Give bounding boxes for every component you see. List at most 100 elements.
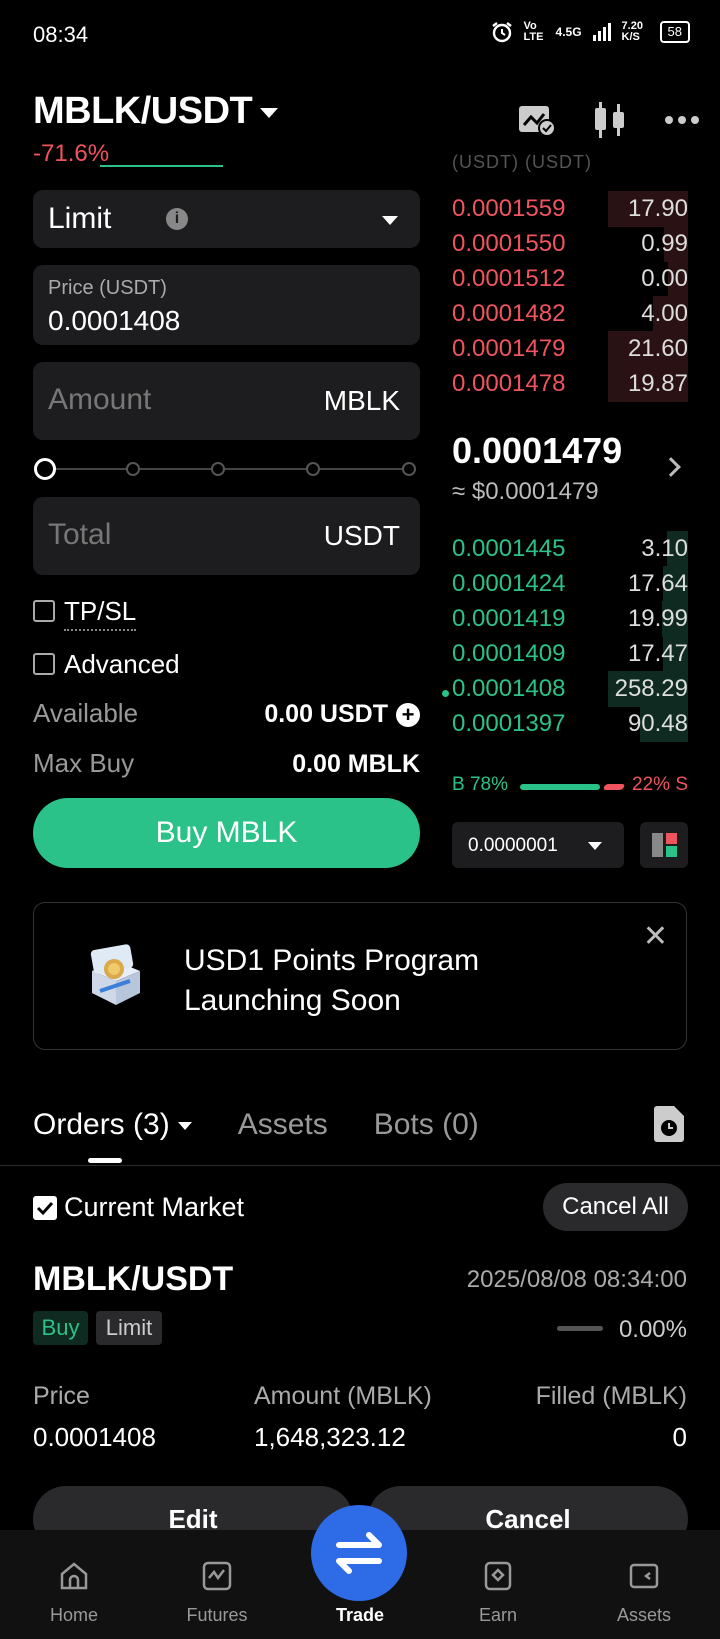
chart-icon[interactable] xyxy=(518,103,556,137)
bid-row[interactable]: 0.0001409 17.47 xyxy=(452,636,688,672)
current-market-label[interactable]: Current Market xyxy=(64,1192,244,1223)
price-field[interactable]: Price (USDT) 0.0001408 xyxy=(33,265,420,345)
wallet-icon xyxy=(629,1563,659,1589)
ask-price: 0.0001550 xyxy=(452,230,566,257)
advanced-label[interactable]: Advanced xyxy=(64,649,180,680)
nav-trade[interactable] xyxy=(311,1505,407,1601)
order-pair: MBLK/USDT xyxy=(33,1260,234,1298)
nav-earn[interactable]: Earn xyxy=(448,1560,548,1626)
ask-row[interactable]: 0.0001559 17.90 xyxy=(452,191,688,227)
nav-earn-label: Earn xyxy=(478,1605,518,1625)
header-actions xyxy=(518,100,700,140)
home-icon xyxy=(60,1562,88,1590)
nav-futures-label: Futures xyxy=(186,1605,248,1625)
order-type-select[interactable]: Limit i xyxy=(33,190,420,248)
advanced-checkbox[interactable] xyxy=(33,653,55,675)
bid-row[interactable]: 0.0001408 258.29 xyxy=(452,671,688,707)
ask-qty: 17.90 xyxy=(627,195,688,222)
tpsl-checkbox[interactable] xyxy=(33,600,55,622)
ask-qty: 19.87 xyxy=(627,370,688,397)
ask-row[interactable]: 0.0001550 0.99 xyxy=(452,226,688,262)
bid-price: 0.0001419 xyxy=(452,605,566,632)
buy-ratio: B 78% xyxy=(452,774,508,795)
more-icon[interactable] xyxy=(664,115,700,125)
tab-orders[interactable]: Orders (3) xyxy=(33,1108,192,1142)
ask-price: 0.0001479 xyxy=(452,335,566,362)
amount-field[interactable]: Amount MBLK xyxy=(33,362,420,440)
ask-row[interactable]: 0.0001478 19.87 xyxy=(452,366,688,402)
orderbook-header: (USDT) (USDT) xyxy=(452,152,592,172)
ask-qty: 21.60 xyxy=(627,335,688,362)
pair-title: MBLK/USDT xyxy=(33,90,253,132)
promo-line-1: USD1 Points Program xyxy=(184,944,480,977)
cancel-all-button[interactable]: Cancel All xyxy=(543,1183,688,1231)
amount-unit: MBLK xyxy=(323,385,400,416)
deposit-plus-icon[interactable]: + xyxy=(396,703,420,728)
bid-row[interactable]: 0.0001445 3.10 xyxy=(452,531,688,567)
close-icon[interactable]: ✕ xyxy=(643,919,668,954)
ask-price: 0.0001482 xyxy=(452,300,566,327)
ask-price: 0.0001512 xyxy=(452,265,566,292)
total-field[interactable]: Total USDT xyxy=(33,497,420,575)
ask-price: 0.0001559 xyxy=(452,195,566,222)
tab-underline xyxy=(88,1158,122,1163)
filled-progress-bar xyxy=(557,1326,603,1331)
nav-trade-label: Trade xyxy=(335,1605,385,1625)
bid-qty: 17.64 xyxy=(627,570,688,597)
slider-tick-25[interactable] xyxy=(126,462,140,476)
earn-icon xyxy=(484,1561,512,1591)
precision-select[interactable]: 0.0000001 xyxy=(452,822,624,868)
ask-row[interactable]: 0.0001479 21.60 xyxy=(452,331,688,367)
order-type-label: Limit xyxy=(48,202,112,235)
tpsl-label[interactable]: TP/SL xyxy=(64,596,137,631)
bid-qty: 90.48 xyxy=(627,710,688,737)
caret-down-icon xyxy=(260,107,279,118)
bid-price: 0.0001424 xyxy=(452,570,566,597)
buy-button[interactable]: Buy MBLK xyxy=(33,798,420,868)
nav-assets[interactable]: Assets xyxy=(594,1560,694,1626)
bid-price: 0.0001397 xyxy=(452,710,566,737)
nav-futures[interactable]: Futures xyxy=(167,1560,267,1626)
slider-tick-75[interactable] xyxy=(306,462,320,476)
bid-price: 0.0001408 xyxy=(452,675,566,702)
bid-price: 0.0001409 xyxy=(452,640,566,667)
price-input[interactable]: 0.0001408 xyxy=(48,305,180,337)
orderbook-layout-button[interactable] xyxy=(640,822,688,868)
info-icon[interactable]: i xyxy=(166,208,188,230)
amount-slider-track[interactable] xyxy=(45,468,410,470)
nav-home-label: Home xyxy=(49,1605,98,1625)
last-price: 0.0001479 xyxy=(452,430,623,471)
bid-qty: 19.99 xyxy=(627,605,688,632)
buy-sell-ratio: B 78% 22% S xyxy=(452,774,688,800)
order-side-badge: Buy xyxy=(33,1311,88,1345)
sell-ratio: 22% S xyxy=(632,774,688,795)
total-placeholder: Total xyxy=(48,518,112,551)
order-history-icon[interactable] xyxy=(652,1105,686,1143)
bid-row[interactable]: 0.0001424 17.64 xyxy=(452,566,688,602)
chevron-right-icon[interactable] xyxy=(661,457,681,477)
bid-row[interactable]: 0.0001419 19.99 xyxy=(452,601,688,637)
slider-tick-50[interactable] xyxy=(211,462,225,476)
nav-home[interactable]: Home xyxy=(24,1560,124,1626)
ask-qty: 0.99 xyxy=(641,230,688,257)
tab-bots[interactable]: Bots (0) xyxy=(374,1108,479,1142)
bid-qty: 17.47 xyxy=(627,640,688,667)
current-market-checkbox[interactable] xyxy=(33,1196,57,1220)
buy-ratio-bar xyxy=(520,784,600,790)
slider-knob[interactable] xyxy=(34,458,56,480)
ask-qty: 0.00 xyxy=(641,265,688,292)
tab-assets[interactable]: Assets xyxy=(238,1108,328,1142)
ask-row[interactable]: 0.0001482 4.00 xyxy=(452,296,688,332)
pair-selector[interactable]: MBLK/USDT xyxy=(33,90,279,133)
battery-indicator: 58 xyxy=(659,21,690,43)
divider xyxy=(0,1165,720,1166)
ask-price: 0.0001478 xyxy=(452,370,566,397)
candlestick-icon[interactable] xyxy=(592,100,628,140)
promo-banner[interactable]: USD1 Points Program Launching Soon ✕ xyxy=(33,902,687,1050)
ask-row[interactable]: 0.0001512 0.00 xyxy=(452,261,688,297)
price-label: Price (USDT) xyxy=(48,277,167,299)
slider-tick-100[interactable] xyxy=(402,462,416,476)
filled-header: Filled (MBLK) xyxy=(535,1382,687,1410)
total-unit: USDT xyxy=(323,520,400,551)
bid-row[interactable]: 0.0001397 90.48 xyxy=(452,706,688,742)
